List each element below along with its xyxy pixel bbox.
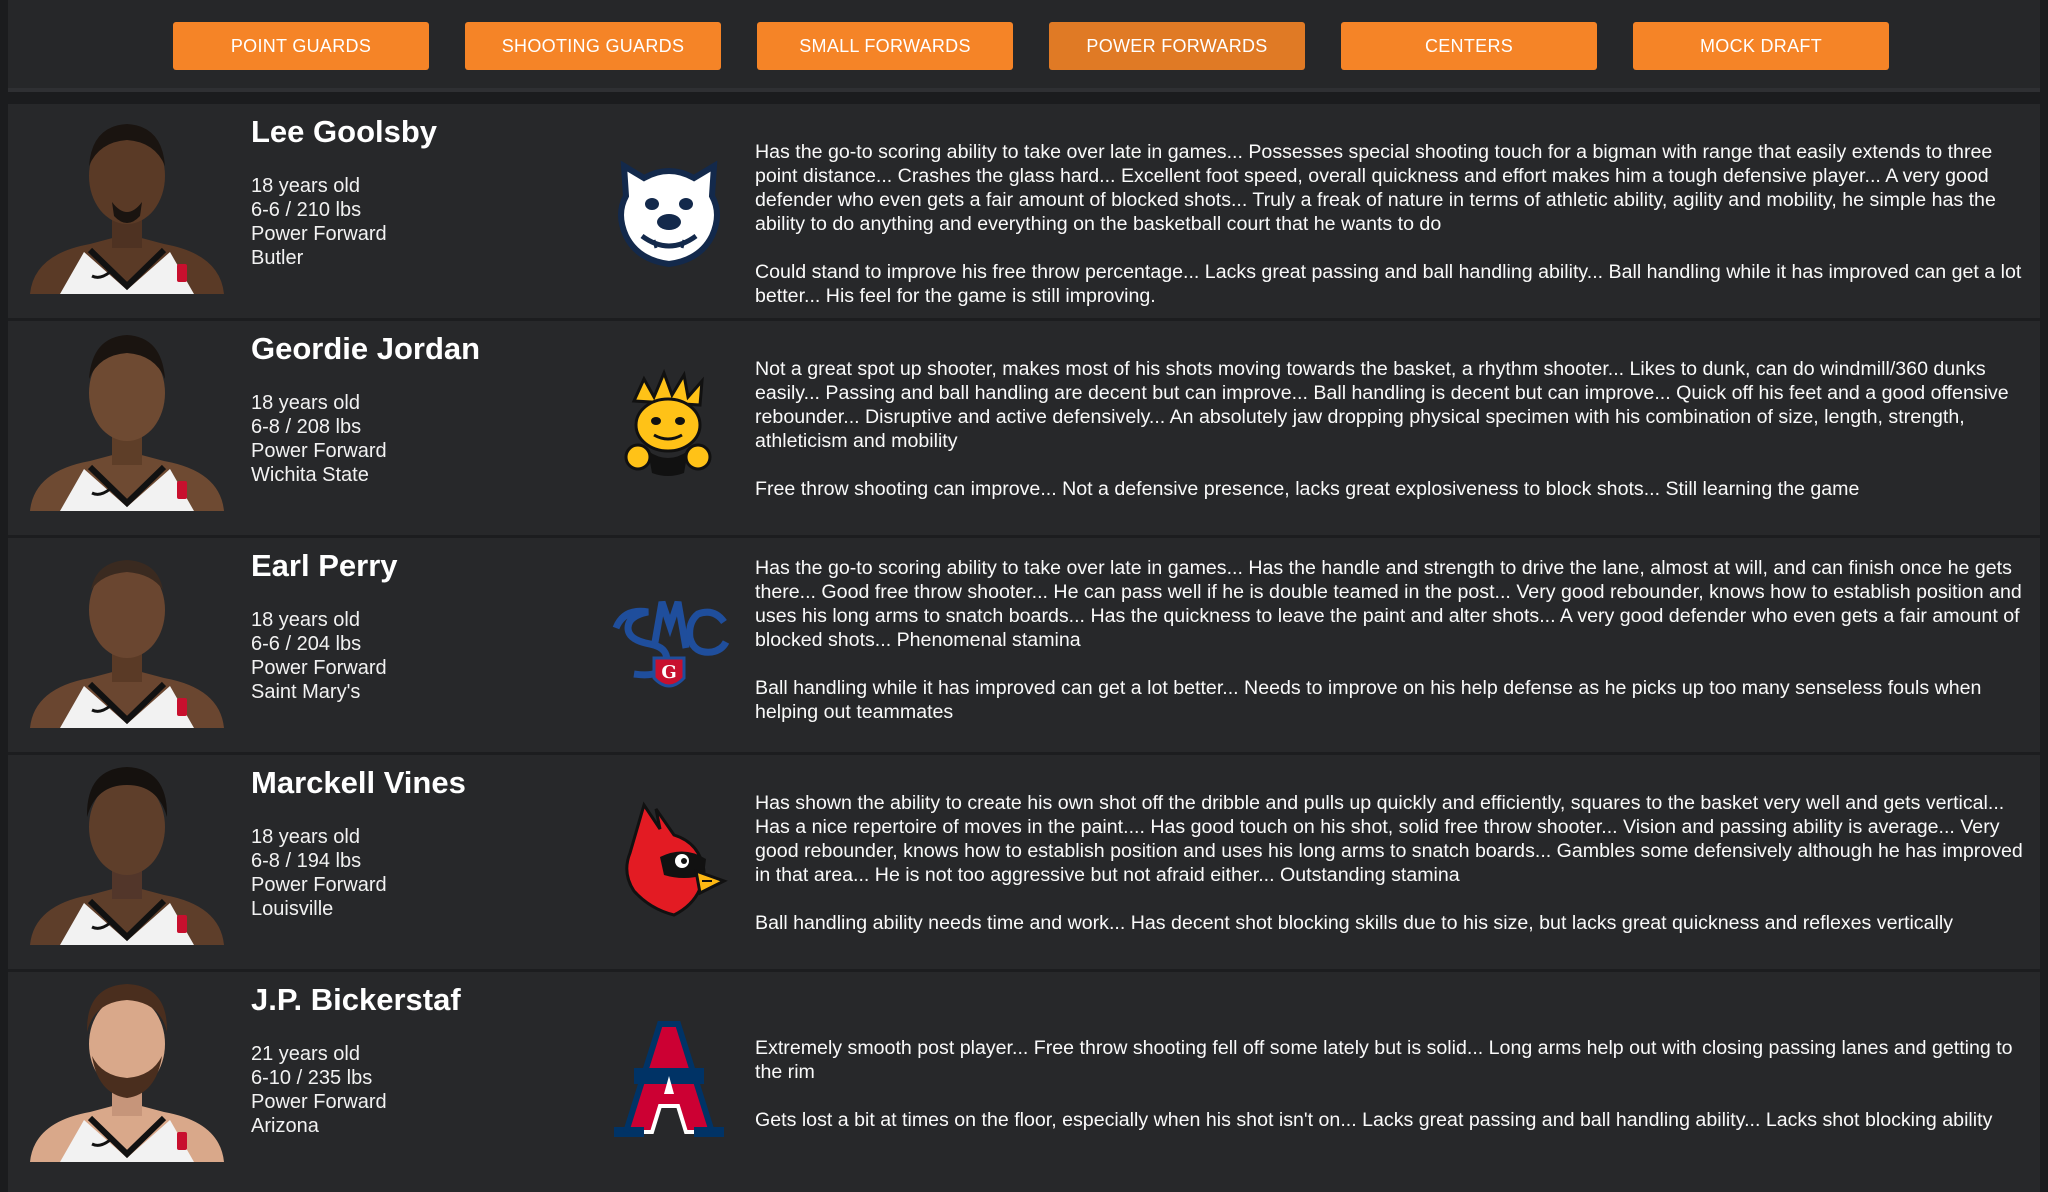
nav-small-forwards-button[interactable]: SMALL FORWARDS — [757, 22, 1013, 70]
weaknesses-text: Free throw shooting can improve... Not a… — [755, 478, 1860, 500]
position-nav: POINT GUARDS SHOOTING GUARDS SMALL FORWA… — [8, 22, 2040, 72]
player-size: 6-10 / 235 lbs — [251, 1067, 373, 1089]
scouting-report: Has the go-to scoring ability to take ov… — [755, 140, 2030, 308]
weaknesses-text: Gets lost a bit at times on the floor, e… — [755, 1109, 1993, 1131]
weaknesses-text: Could stand to improve his free throw pe… — [755, 261, 2022, 307]
strengths-text: Has the go-to scoring ability to take ov… — [755, 141, 1996, 235]
arizona-a-icon — [604, 1012, 734, 1142]
strengths-text: Has shown the ability to create his own … — [755, 792, 2023, 886]
player-row[interactable]: Earl Perry 18 years old 6-6 / 204 lbs Po… — [8, 538, 2040, 755]
player-position: Power Forward — [251, 874, 387, 896]
wichita-shocker-icon — [604, 361, 734, 491]
player-school: Arizona — [251, 1115, 319, 1137]
player-size: 6-6 / 204 lbs — [251, 633, 362, 655]
player-age: 18 years old — [251, 175, 360, 197]
player-details: 18 years old 6-8 / 208 lbs Power Forward… — [251, 391, 387, 487]
strengths-text: Not a great spot up shooter, makes most … — [755, 358, 2009, 452]
weaknesses-text: Ball handling while it has improved can … — [755, 677, 1982, 723]
player-details: 18 years old 6-6 / 204 lbs Power Forward… — [251, 608, 387, 704]
player-name[interactable]: Lee Goolsby — [251, 114, 437, 150]
player-position: Power Forward — [251, 440, 387, 462]
player-size: 6-8 / 194 lbs — [251, 850, 362, 872]
player-school: Saint Mary's — [251, 681, 361, 703]
player-name[interactable]: Marckell Vines — [251, 765, 466, 801]
nav-mock-draft-button[interactable]: MOCK DRAFT — [1633, 22, 1889, 70]
player-row[interactable]: Lee Goolsby 18 years old 6-6 / 210 lbs P… — [8, 104, 2040, 321]
player-school: Wichita State — [251, 464, 369, 486]
scouting-report: Extremely smooth post player... Free thr… — [755, 1036, 2030, 1132]
player-details: 21 years old 6-10 / 235 lbs Power Forwar… — [251, 1042, 387, 1138]
player-name[interactable]: J.P. Bickerstaf — [251, 982, 461, 1018]
player-age: 18 years old — [251, 826, 360, 848]
player-photo — [20, 538, 234, 728]
player-position: Power Forward — [251, 657, 387, 679]
player-age: 18 years old — [251, 609, 360, 631]
scouting-report: Has shown the ability to create his own … — [755, 791, 2030, 935]
nav-shooting-guards-button[interactable]: SHOOTING GUARDS — [465, 22, 721, 70]
player-age: 18 years old — [251, 392, 360, 414]
player-details: 18 years old 6-6 / 210 lbs Power Forward… — [251, 174, 387, 270]
player-list: Lee Goolsby 18 years old 6-6 / 210 lbs P… — [8, 104, 2040, 1192]
player-size: 6-6 / 210 lbs — [251, 199, 362, 221]
scouting-report: Not a great spot up shooter, makes most … — [755, 357, 2030, 501]
player-photo — [20, 972, 234, 1162]
player-row[interactable]: Marckell Vines 18 years old 6-8 / 194 lb… — [8, 755, 2040, 972]
butler-bulldog-icon — [604, 144, 734, 274]
player-row[interactable]: J.P. Bickerstaf 21 years old 6-10 / 235 … — [8, 972, 2040, 1192]
player-size: 6-8 / 208 lbs — [251, 416, 362, 438]
louisville-cardinal-icon — [604, 795, 734, 925]
player-school: Louisville — [251, 898, 334, 920]
weaknesses-text: Ball handling ability needs time and wor… — [755, 912, 1954, 934]
player-photo — [20, 321, 234, 511]
player-photo — [20, 755, 234, 945]
player-details: 18 years old 6-8 / 194 lbs Power Forward… — [251, 825, 387, 921]
nav-point-guards-button[interactable]: POINT GUARDS — [173, 22, 429, 70]
nav-power-forwards-button[interactable]: POWER FORWARDS — [1049, 22, 1305, 70]
player-row[interactable]: Geordie Jordan 18 years old 6-8 / 208 lb… — [8, 321, 2040, 538]
player-school: Butler — [251, 247, 304, 269]
player-age: 21 years old — [251, 1043, 360, 1065]
saint-marys-smc-icon: G — [604, 578, 734, 708]
strengths-text: Extremely smooth post player... Free thr… — [755, 1037, 2013, 1083]
player-position: Power Forward — [251, 223, 387, 245]
svg-text:G: G — [661, 662, 676, 683]
strengths-text: Has the go-to scoring ability to take ov… — [755, 557, 2022, 651]
scouting-report: Has the go-to scoring ability to take ov… — [755, 556, 2030, 724]
nav-centers-button[interactable]: CENTERS — [1341, 22, 1597, 70]
player-name[interactable]: Earl Perry — [251, 548, 398, 584]
player-photo — [20, 104, 234, 294]
player-position: Power Forward — [251, 1091, 387, 1113]
player-name[interactable]: Geordie Jordan — [251, 331, 480, 367]
top-nav-bar: POINT GUARDS SHOOTING GUARDS SMALL FORWA… — [8, 0, 2040, 92]
